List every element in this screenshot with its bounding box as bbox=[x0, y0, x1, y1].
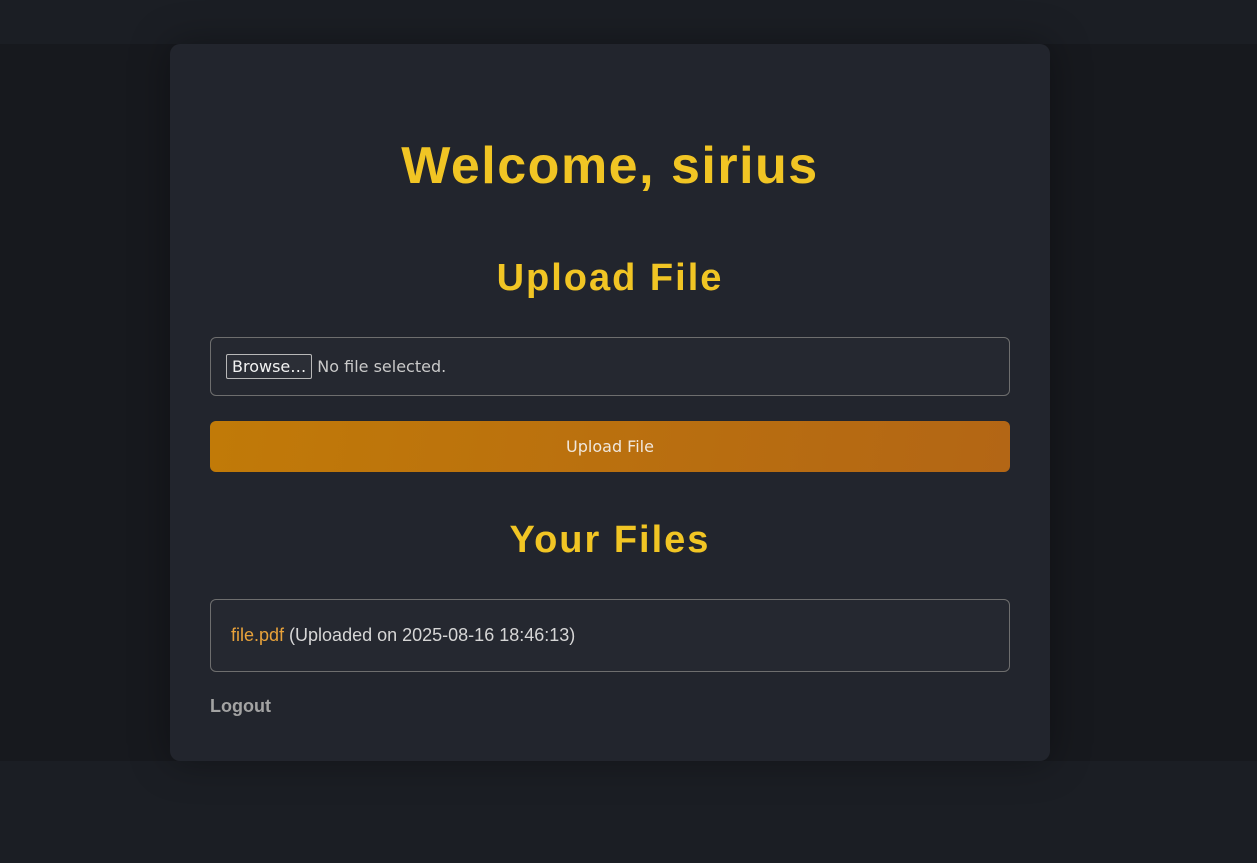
main-card: Welcome, sirius Upload File Browse… No f… bbox=[170, 44, 1050, 761]
list-item: file.pdf (Uploaded on 2025-08-16 18:46:13… bbox=[231, 625, 575, 646]
file-input[interactable]: Browse… No file selected. bbox=[210, 337, 1010, 396]
browse-button[interactable]: Browse… bbox=[226, 354, 313, 379]
file-link[interactable]: file.pdf bbox=[231, 625, 284, 645]
file-upload-date: (Uploaded on 2025-08-16 18:46:13) bbox=[289, 625, 576, 645]
welcome-heading: Welcome, sirius bbox=[401, 137, 819, 195]
file-list: file.pdf (Uploaded on 2025-08-16 18:46:13… bbox=[210, 599, 1010, 672]
upload-section-title: Upload File bbox=[496, 257, 724, 299]
upload-file-button[interactable]: Upload File bbox=[210, 421, 1010, 472]
logout-link[interactable]: Logout bbox=[210, 696, 271, 717]
file-selection-status: No file selected. bbox=[317, 357, 447, 376]
files-section-title: Your Files bbox=[509, 519, 711, 561]
